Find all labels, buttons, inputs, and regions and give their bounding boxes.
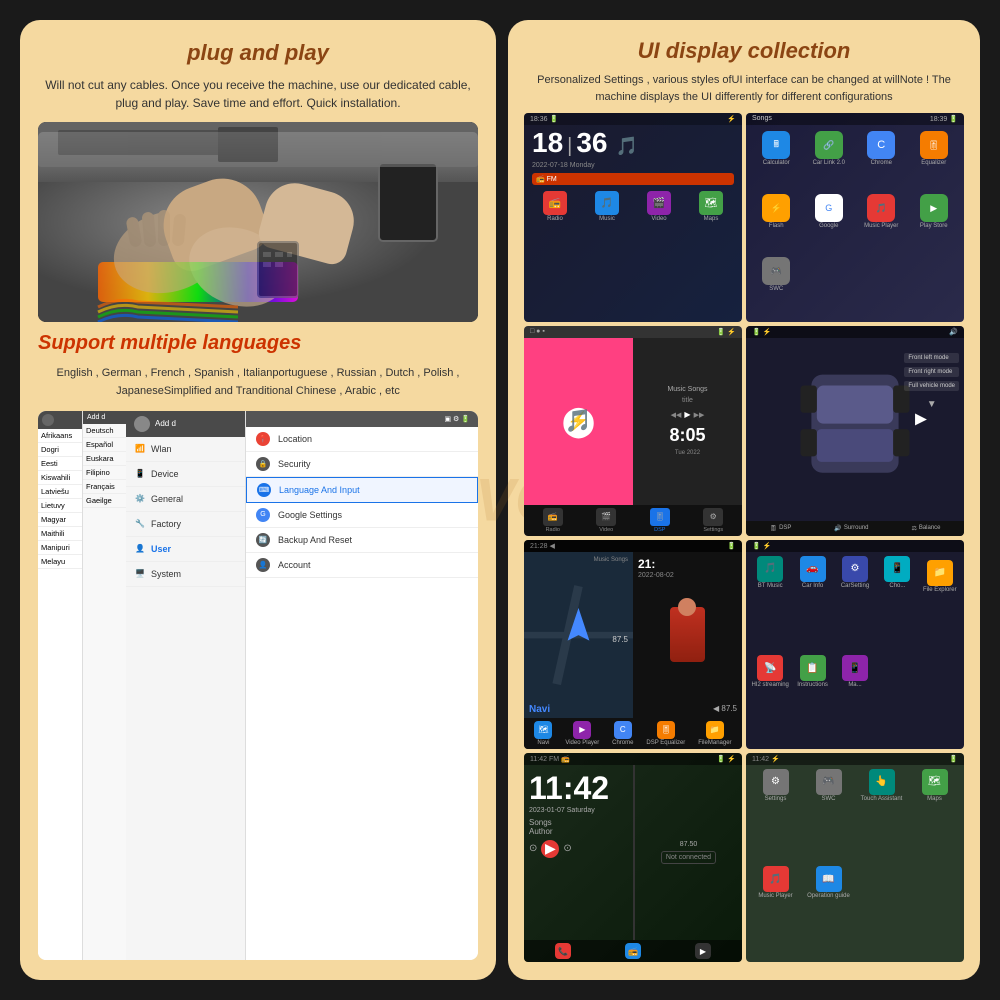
setting-language[interactable]: ⌨ Language And Input (246, 477, 478, 503)
settings-menu: Add d 📶 Wlan 📱 Device ⚙️ General (126, 411, 246, 960)
ui-grid: 18:36 🔋 ⚡ 18 | 36 🎵 2022-07-18 Monday 📻 … (524, 113, 964, 962)
menu-wlan[interactable]: 📶 Wlan (126, 437, 245, 462)
right-panel: UI display collection Personalized Setti… (508, 20, 980, 980)
screen-clock: 18:36 🔋 ⚡ 18 | 36 🎵 2022-07-18 Monday 📻 … (524, 113, 742, 322)
menu-general[interactable]: ⚙️ General (126, 487, 245, 512)
plug-image (38, 122, 478, 322)
menu-user[interactable]: 👤 User (126, 537, 245, 562)
setting-account[interactable]: 👤 Account (246, 553, 478, 578)
menu-factory[interactable]: 🔧 Factory (126, 512, 245, 537)
setting-google[interactable]: G Google Settings (246, 503, 478, 528)
plug-play-title: plug and play (38, 40, 478, 66)
plug-play-desc: Will not cut any cables. Once you receiv… (38, 76, 478, 112)
setting-backup[interactable]: 🔄 Backup And Reset (246, 528, 478, 553)
screen-appgrid: Songs 18:39 🔋 🖩 Calculator 🔗 Car Link 2.… (746, 113, 964, 322)
setting-location[interactable]: 📍 Location (246, 427, 478, 452)
screen-navi: 21:28 ◀ 🔋 Music Songs (524, 540, 742, 749)
lang-desc: English , German , French , Spanish , It… (38, 365, 478, 400)
settings-screenshot: Indonesia Italiano Bosanski (la Català C… (38, 411, 478, 960)
screen-applist: 🔋 ⚡ 🎵 BT Music 🚗 Car Info ⚙ CarSetting (746, 540, 964, 749)
ui-desc: Personalized Settings , various styles o… (524, 72, 964, 105)
lang-title: Support multiple languages (38, 332, 478, 355)
screen-maps: 11:42 ⚡ 🔋 ⚙ Settings 🎮 SWC 👆 Touch Assis… (746, 753, 964, 962)
main-container: JVC plug and play Will not cut any cable… (10, 10, 990, 990)
menu-system[interactable]: 🖥️ System (126, 562, 245, 587)
setting-security[interactable]: 🔒 Security (246, 452, 478, 477)
menu-device[interactable]: 📱 Device (126, 462, 245, 487)
ui-title: UI display collection (524, 38, 964, 64)
left-panel: JVC plug and play Will not cut any cable… (20, 20, 496, 980)
screen-clock2: 11:42 FM 📻 🔋 ⚡ 11:42 2023-01-07 Saturday… (524, 753, 742, 962)
screen-bluetooth: □ ● ▪ 🔋 ⚡ ⬤ ⚡ 🎵 Music Songs title ◀◀ (524, 326, 742, 535)
svg-text:▶: ▶ (915, 411, 927, 428)
settings-right-panel: ▣ ⚙ 🔋 📍 Location 🔒 Security ⌨ Language A… (246, 411, 478, 960)
screen-dsp: 🔋 ⚡ 🔊 ▶ (746, 326, 964, 535)
